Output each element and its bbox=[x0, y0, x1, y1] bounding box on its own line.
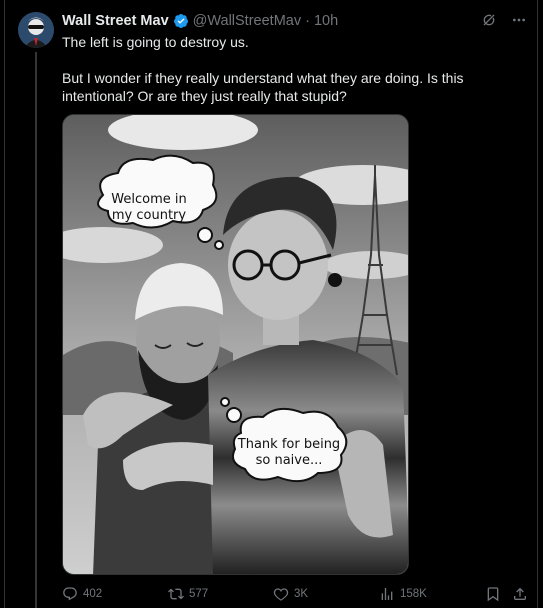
bubble-right-line1: Thank for being bbox=[237, 437, 340, 452]
author-handle[interactable]: @WallStreetMav bbox=[193, 13, 301, 29]
grok-icon[interactable] bbox=[481, 12, 497, 28]
tweet-top-actions bbox=[481, 12, 527, 28]
tweet-image[interactable]: Welcome in my country Thank for being so… bbox=[62, 114, 409, 575]
reply-count: 402 bbox=[83, 588, 103, 600]
like-count: 3K bbox=[294, 588, 309, 600]
avatar[interactable] bbox=[18, 12, 54, 48]
views-count: 158K bbox=[400, 588, 427, 600]
like-button[interactable]: 3K bbox=[273, 586, 308, 602]
views-button[interactable]: 158K bbox=[379, 586, 427, 602]
repost-icon bbox=[168, 588, 184, 600]
reply-icon bbox=[63, 587, 77, 601]
verified-badge-icon bbox=[173, 13, 189, 29]
share-button[interactable] bbox=[512, 586, 528, 602]
timestamp[interactable]: 10h bbox=[314, 13, 338, 29]
bubble-left-line2: my country bbox=[112, 208, 187, 223]
views-icon bbox=[381, 588, 393, 600]
tweet-text: The left is going to destroy us. But I w… bbox=[62, 33, 492, 105]
more-icon[interactable] bbox=[511, 12, 527, 28]
tweet-header: Wall Street Mav @WallStreetMav · 10h bbox=[62, 11, 338, 31]
repost-count: 577 bbox=[189, 588, 209, 600]
reply-button[interactable]: 402 bbox=[62, 586, 102, 602]
separator-dot: · bbox=[305, 13, 310, 29]
repost-button[interactable]: 577 bbox=[168, 586, 208, 602]
thread-line bbox=[35, 52, 37, 608]
author-name[interactable]: Wall Street Mav bbox=[62, 13, 169, 29]
bubble-right-line2: so naive... bbox=[256, 453, 323, 468]
tweet-actions: 402 577 3K 158K bbox=[62, 586, 532, 604]
tweet-paragraph: But I wonder if they really understand w… bbox=[62, 70, 464, 104]
bubble-left-line1: Welcome in bbox=[111, 192, 186, 207]
like-icon bbox=[273, 588, 289, 601]
bookmark-button[interactable] bbox=[485, 586, 501, 602]
share-icon bbox=[514, 587, 526, 600]
tweet-paragraph: The left is going to destroy us. bbox=[62, 34, 249, 50]
bookmark-icon bbox=[487, 587, 499, 602]
